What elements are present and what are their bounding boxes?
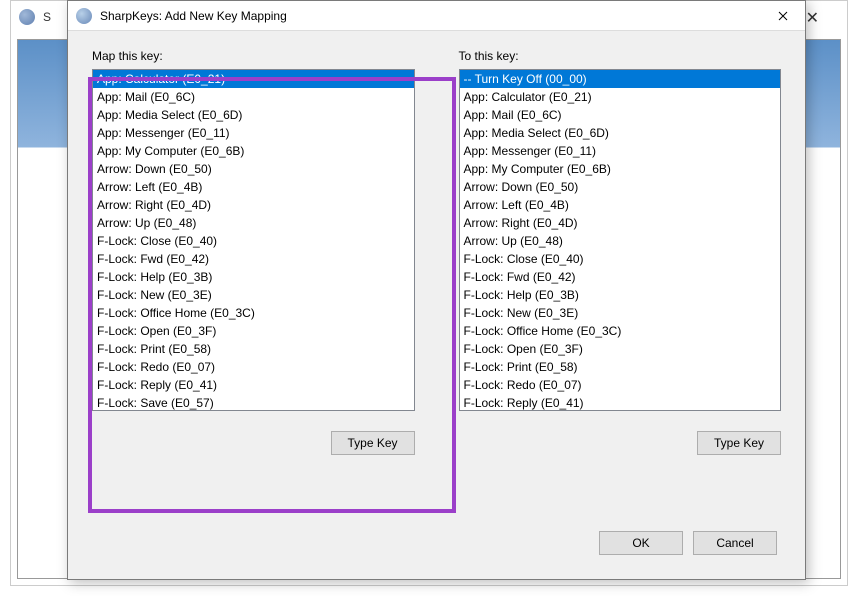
list-item[interactable]: App: My Computer (E0_6B) [460, 160, 781, 178]
list-item[interactable]: App: Media Select (E0_6D) [460, 124, 781, 142]
dialog-body: Map this key: App: Calculator (E0_21)App… [68, 31, 805, 579]
parent-close-glyph: ✕ [806, 8, 819, 28]
list-item[interactable]: App: Mail (E0_6C) [460, 106, 781, 124]
list-item[interactable]: App: Messenger (E0_11) [460, 142, 781, 160]
list-item[interactable]: Arrow: Up (E0_48) [460, 232, 781, 250]
list-item[interactable]: F-Lock: Close (E0_40) [460, 250, 781, 268]
list-item[interactable]: F-Lock: Help (E0_3B) [93, 268, 414, 286]
list-item[interactable]: F-Lock: Redo (E0_07) [460, 376, 781, 394]
list-item[interactable]: F-Lock: Fwd (E0_42) [93, 250, 414, 268]
list-item[interactable]: App: My Computer (E0_6B) [93, 142, 414, 160]
list-item[interactable]: F-Lock: Print (E0_58) [460, 358, 781, 376]
add-mapping-dialog: SharpKeys: Add New Key Mapping Map this … [67, 0, 806, 580]
list-item[interactable]: F-Lock: Open (E0_3F) [460, 340, 781, 358]
list-item[interactable]: App: Calculator (E0_21) [93, 70, 414, 88]
list-item[interactable]: F-Lock: Redo (E0_07) [93, 358, 414, 376]
map-this-key-listbox[interactable]: App: Calculator (E0_21)App: Mail (E0_6C)… [92, 69, 415, 411]
dialog-titlebar[interactable]: SharpKeys: Add New Key Mapping [68, 1, 805, 31]
list-item[interactable]: F-Lock: Help (E0_3B) [460, 286, 781, 304]
to-this-key-column: To this key: -- Turn Key Off (00_00)App:… [459, 49, 782, 455]
map-this-key-column: Map this key: App: Calculator (E0_21)App… [92, 49, 415, 455]
list-item[interactable]: F-Lock: Reply (E0_41) [460, 394, 781, 411]
list-item[interactable]: F-Lock: Print (E0_58) [93, 340, 414, 358]
list-item[interactable]: F-Lock: Save (E0_57) [93, 394, 414, 411]
list-item[interactable]: Arrow: Up (E0_48) [93, 214, 414, 232]
list-item[interactable]: App: Messenger (E0_11) [93, 124, 414, 142]
list-item[interactable]: App: Mail (E0_6C) [93, 88, 414, 106]
list-item[interactable]: Arrow: Left (E0_4B) [93, 178, 414, 196]
list-item[interactable]: F-Lock: Fwd (E0_42) [460, 268, 781, 286]
list-item[interactable]: App: Media Select (E0_6D) [93, 106, 414, 124]
map-this-key-label: Map this key: [92, 49, 415, 63]
list-item[interactable]: -- Turn Key Off (00_00) [460, 70, 781, 88]
list-item[interactable]: F-Lock: Close (E0_40) [93, 232, 414, 250]
type-key-button-right[interactable]: Type Key [697, 431, 781, 455]
list-item[interactable]: F-Lock: Reply (E0_41) [93, 376, 414, 394]
dialog-footer-buttons: OK Cancel [599, 531, 777, 555]
list-item[interactable]: Arrow: Down (E0_50) [460, 178, 781, 196]
list-item[interactable]: F-Lock: Office Home (E0_3C) [93, 304, 414, 322]
app-icon [76, 8, 92, 24]
list-item[interactable]: F-Lock: Open (E0_3F) [93, 322, 414, 340]
close-button[interactable] [761, 1, 805, 31]
list-item[interactable]: F-Lock: New (E0_3E) [460, 304, 781, 322]
list-item[interactable]: Arrow: Right (E0_4D) [93, 196, 414, 214]
cancel-button[interactable]: Cancel [693, 531, 777, 555]
list-item[interactable]: F-Lock: Office Home (E0_3C) [460, 322, 781, 340]
to-this-key-label: To this key: [459, 49, 782, 63]
parent-title: S [43, 10, 51, 24]
list-item[interactable]: F-Lock: New (E0_3E) [93, 286, 414, 304]
app-icon [19, 9, 35, 25]
list-item[interactable]: App: Calculator (E0_21) [460, 88, 781, 106]
type-key-button-left[interactable]: Type Key [331, 431, 415, 455]
ok-button[interactable]: OK [599, 531, 683, 555]
to-this-key-listbox[interactable]: -- Turn Key Off (00_00)App: Calculator (… [459, 69, 782, 411]
list-item[interactable]: Arrow: Down (E0_50) [93, 160, 414, 178]
close-icon [778, 11, 788, 21]
list-item[interactable]: Arrow: Left (E0_4B) [460, 196, 781, 214]
dialog-title: SharpKeys: Add New Key Mapping [100, 9, 761, 23]
list-item[interactable]: Arrow: Right (E0_4D) [460, 214, 781, 232]
